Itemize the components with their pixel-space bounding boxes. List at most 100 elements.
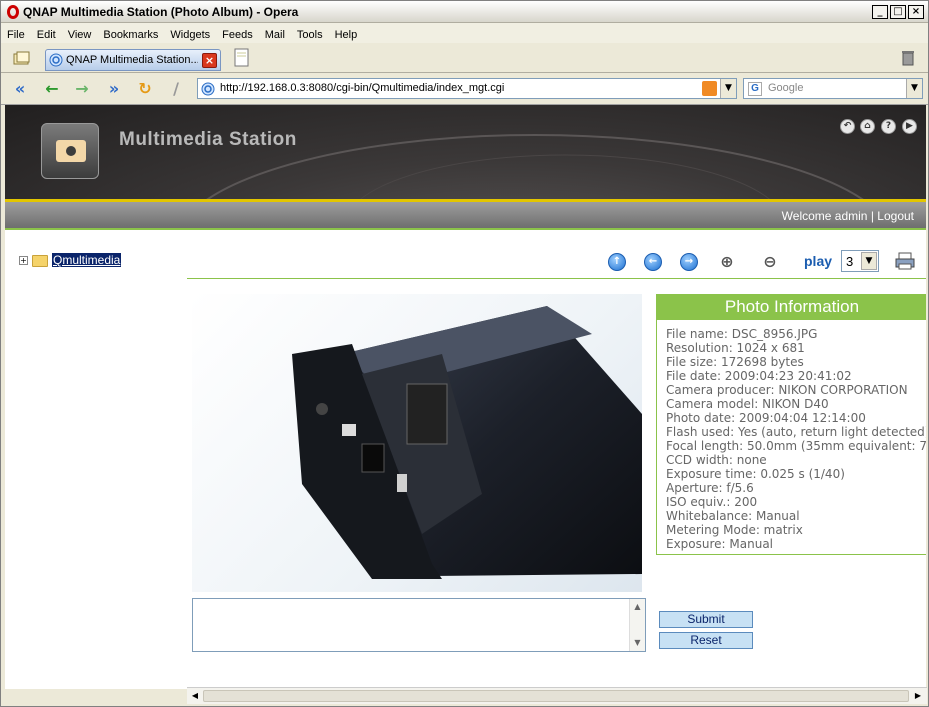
close-button[interactable]: ×	[908, 5, 924, 19]
menu-view[interactable]: View	[62, 26, 98, 41]
info-metering-mode: Metering Mode: matrix	[666, 523, 803, 537]
camera-logo-icon	[41, 123, 99, 179]
menu-bookmarks[interactable]: Bookmarks	[97, 26, 164, 41]
nas-enclosure-image	[292, 306, 642, 579]
scroll-up-icon[interactable]: ▲	[630, 600, 645, 614]
menu-mail[interactable]: Mail	[259, 26, 291, 41]
scroll-down-icon[interactable]: ▼	[630, 636, 645, 650]
chevron-down-icon[interactable]: ▼	[861, 252, 877, 270]
title-bar: QNAP Multimedia Station (Photo Album) - …	[1, 1, 928, 23]
info-file-date: File date: 2009:04:23 20:41:02	[666, 369, 852, 383]
submit-button[interactable]: Submit	[659, 611, 753, 628]
search-dropdown-icon[interactable]: ▼	[906, 79, 922, 98]
reload-icon[interactable]: ↻	[134, 79, 156, 99]
site-icon	[201, 82, 215, 96]
back-icon[interactable]: ←	[41, 79, 63, 99]
info-file-name: File name: DSC_8956.JPG	[666, 327, 818, 341]
rewind-icon[interactable]: «	[9, 79, 31, 99]
menu-file[interactable]: File	[1, 26, 31, 41]
expand-icon[interactable]: +	[19, 256, 28, 265]
zoom-in-icon[interactable]: ⊕	[716, 251, 738, 273]
app-name: Multimedia Station	[119, 129, 297, 150]
search-placeholder: Google	[768, 82, 804, 94]
info-aperture: Aperture: f/5.6	[666, 481, 754, 495]
info-iso: ISO equiv.: 200	[666, 495, 758, 509]
panels-toggle-icon[interactable]	[11, 49, 33, 69]
menu-feeds[interactable]: Feeds	[216, 26, 259, 41]
photo-preview[interactable]	[192, 294, 642, 592]
info-file-size: File size: 172698 bytes	[666, 355, 804, 369]
comment-scrollbar[interactable]: ▲ ▼	[629, 599, 645, 651]
toolbar-divider	[187, 278, 926, 279]
photo-info-panel: Photo Information File name: DSC_8956.JP…	[656, 294, 926, 555]
play-link[interactable]: play	[804, 253, 832, 269]
logout-link[interactable]: Logout	[877, 209, 914, 223]
info-flash-used: Flash used: Yes (auto, return light dete…	[666, 425, 926, 439]
back-circle-icon[interactable]: ↶	[840, 119, 855, 134]
info-exposure-time: Exposure time: 0.025 s (1/40)	[666, 467, 845, 481]
next-icon[interactable]: →	[680, 253, 698, 271]
green-divider	[5, 228, 926, 230]
address-bar[interactable]: http://192.168.0.3:8080/cgi-bin/Qmultime…	[197, 78, 737, 99]
welcome-bar: Welcome admin | Logout	[5, 202, 926, 228]
edit-pen-icon[interactable]: /	[165, 79, 187, 99]
scroll-right-icon[interactable]: ▶	[911, 689, 925, 703]
url-text: http://192.168.0.3:8080/cgi-bin/Qmultime…	[220, 82, 505, 94]
welcome-text: Welcome admin	[781, 209, 868, 223]
menu-tools[interactable]: Tools	[291, 26, 329, 41]
tree-root-qmultimedia[interactable]: Qmultimedia	[52, 253, 122, 267]
comment-textarea[interactable]: ▲ ▼	[192, 598, 646, 652]
header-banner: Multimedia Station ↶ ⌂ ? ▶	[5, 105, 926, 199]
banner-swoosh	[206, 134, 864, 199]
trash-icon[interactable]	[899, 49, 917, 67]
info-exposure: Exposure: Manual	[666, 537, 774, 551]
info-camera-producer: Camera producer: NIKON CORPORATION	[666, 383, 908, 397]
fast-forward-icon[interactable]: »	[103, 79, 125, 99]
forward-icon[interactable]: →	[71, 79, 93, 99]
window-title: QNAP Multimedia Station (Photo Album) - …	[23, 5, 299, 19]
scroll-thumb[interactable]	[203, 690, 909, 702]
print-icon[interactable]	[894, 251, 916, 271]
up-icon[interactable]: ↑	[608, 253, 626, 271]
photo-info-title: Photo Information	[724, 297, 860, 316]
maximize-button[interactable]: □	[890, 5, 906, 19]
photo-info-list: File name: DSC_8956.JPG Resolution: 1024…	[666, 327, 926, 551]
scroll-left-icon[interactable]: ◀	[188, 689, 202, 703]
home-icon[interactable]: ⌂	[860, 119, 875, 134]
photo-info-header: Photo Information	[657, 295, 926, 320]
zoom-out-icon[interactable]: ⊖	[759, 251, 781, 273]
address-dropdown-icon[interactable]: ▼	[720, 79, 736, 98]
new-tab-icon[interactable]	[233, 47, 251, 69]
tab-close-icon[interactable]: ×	[202, 53, 217, 68]
minimize-button[interactable]: _	[872, 5, 888, 19]
search-box[interactable]: G Google ▼	[743, 78, 923, 99]
navigation-bar: « ← → » ↻ / http://192.168.0.3:8080/cgi-…	[1, 73, 928, 105]
page-content: Multimedia Station ↶ ⌂ ? ▶ Welcome admin…	[5, 105, 926, 689]
welcome-separator: |	[870, 209, 874, 223]
rss-feed-icon[interactable]	[702, 81, 717, 96]
previous-icon[interactable]: ←	[644, 253, 662, 271]
horizontal-scrollbar[interactable]: ◀ ▶	[187, 687, 927, 704]
browser-window: QNAP Multimedia Station (Photo Album) - …	[0, 0, 929, 707]
menu-help[interactable]: Help	[329, 26, 364, 41]
menu-widgets[interactable]: Widgets	[164, 26, 216, 41]
reset-button[interactable]: Reset	[659, 632, 753, 649]
welcome-group: Welcome admin | Logout	[782, 209, 914, 223]
next-circle-icon[interactable]: ▶	[902, 119, 917, 134]
google-icon: G	[748, 82, 762, 96]
slideshow-interval-select[interactable]: 3 ▼	[841, 250, 879, 272]
help-icon[interactable]: ?	[881, 119, 896, 134]
tab-qnap[interactable]: QNAP Multimedia Station... ×	[45, 49, 221, 71]
info-photo-date: Photo date: 2009:04:04 12:14:00	[666, 411, 866, 425]
opera-logo-icon	[7, 5, 19, 19]
info-focal-length: Focal length: 50.0mm (35mm equivalent: 7…	[666, 439, 926, 453]
info-ccd-width: CCD width: none	[666, 453, 767, 467]
menu-edit[interactable]: Edit	[31, 26, 62, 41]
page-icon	[49, 53, 63, 67]
tab-label: QNAP Multimedia Station...	[66, 54, 198, 66]
info-resolution: Resolution: 1024 x 681	[666, 341, 805, 355]
menu-bar: File Edit View Bookmarks Widgets Feeds Mail Too…	[1, 23, 928, 43]
info-camera-model: Camera model: NIKON D40	[666, 397, 829, 411]
folder-icon	[32, 255, 48, 267]
interval-value: 3	[846, 254, 854, 269]
